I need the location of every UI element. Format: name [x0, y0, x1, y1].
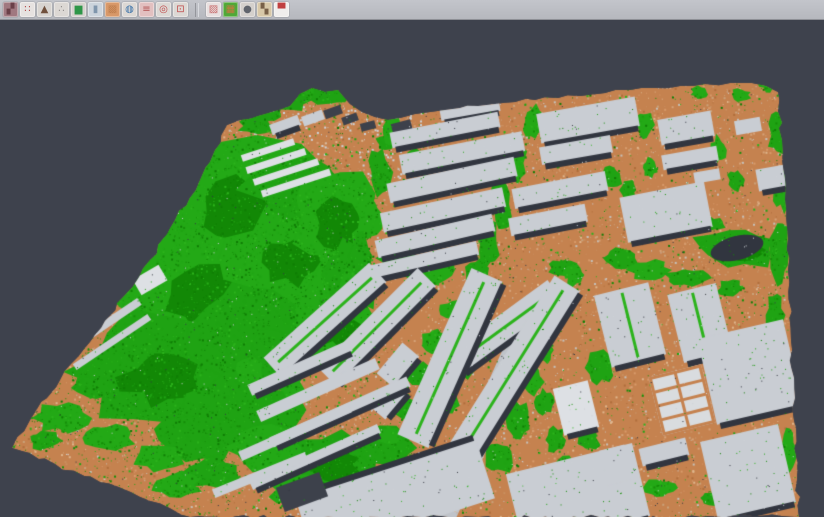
3d-scene-canvas[interactable]	[0, 20, 824, 517]
terrain-model-icon: ▲	[41, 2, 49, 17]
profile-view-button[interactable]: ▞	[3, 2, 18, 17]
ortho-image-icon: ▩	[108, 2, 117, 17]
sphere-render-button[interactable]: ●	[240, 2, 255, 17]
zoom-extent-button[interactable]: ⊡	[173, 2, 188, 17]
mesh-icon: ▚	[261, 2, 269, 17]
classification-icon: ▦	[226, 2, 235, 17]
globe-view-button[interactable]: ◍	[122, 2, 137, 17]
hill-shade-button[interactable]: ▆	[71, 2, 86, 17]
globe-view-icon: ◍	[125, 2, 134, 17]
target-center-button[interactable]: ◎	[156, 2, 171, 17]
viewport	[0, 20, 824, 517]
select-region-icon: ▨	[209, 2, 218, 17]
layers-button[interactable]: ≡	[139, 2, 154, 17]
side-panel-icon: ▮	[93, 2, 99, 17]
app-window: ▞ ∷ ▲ ∴ ▆ ▮ ▩ ◍ ≡ ◎ ⊡ ▨ ▦ ● ▚ ▀	[0, 0, 824, 517]
layers-icon: ≡	[142, 2, 150, 17]
toolbar-separator	[195, 3, 199, 17]
select-region-button[interactable]: ▨	[206, 2, 221, 17]
terrain-model-button[interactable]: ▲	[37, 2, 52, 17]
hill-shade-icon: ▆	[75, 2, 83, 17]
mesh-button[interactable]: ▚	[257, 2, 272, 17]
sparse-points-button[interactable]: ∴	[54, 2, 69, 17]
profile-view-icon: ▞	[7, 2, 15, 17]
toolbar: ▞ ∷ ▲ ∴ ▆ ▮ ▩ ◍ ≡ ◎ ⊡ ▨ ▦ ● ▚ ▀	[0, 0, 824, 20]
snapshot-button[interactable]: ▀	[274, 2, 289, 17]
ortho-image-button[interactable]: ▩	[105, 2, 120, 17]
side-panel-button[interactable]: ▮	[88, 2, 103, 17]
zoom-extent-icon: ⊡	[176, 2, 184, 17]
point-cloud-icon: ∷	[24, 2, 30, 17]
classification-button[interactable]: ▦	[223, 2, 238, 17]
sparse-points-icon: ∴	[58, 2, 64, 17]
point-cloud-button[interactable]: ∷	[20, 2, 35, 17]
sphere-render-icon: ●	[243, 2, 252, 17]
snapshot-icon: ▀	[278, 2, 286, 17]
target-center-icon: ◎	[159, 2, 168, 17]
